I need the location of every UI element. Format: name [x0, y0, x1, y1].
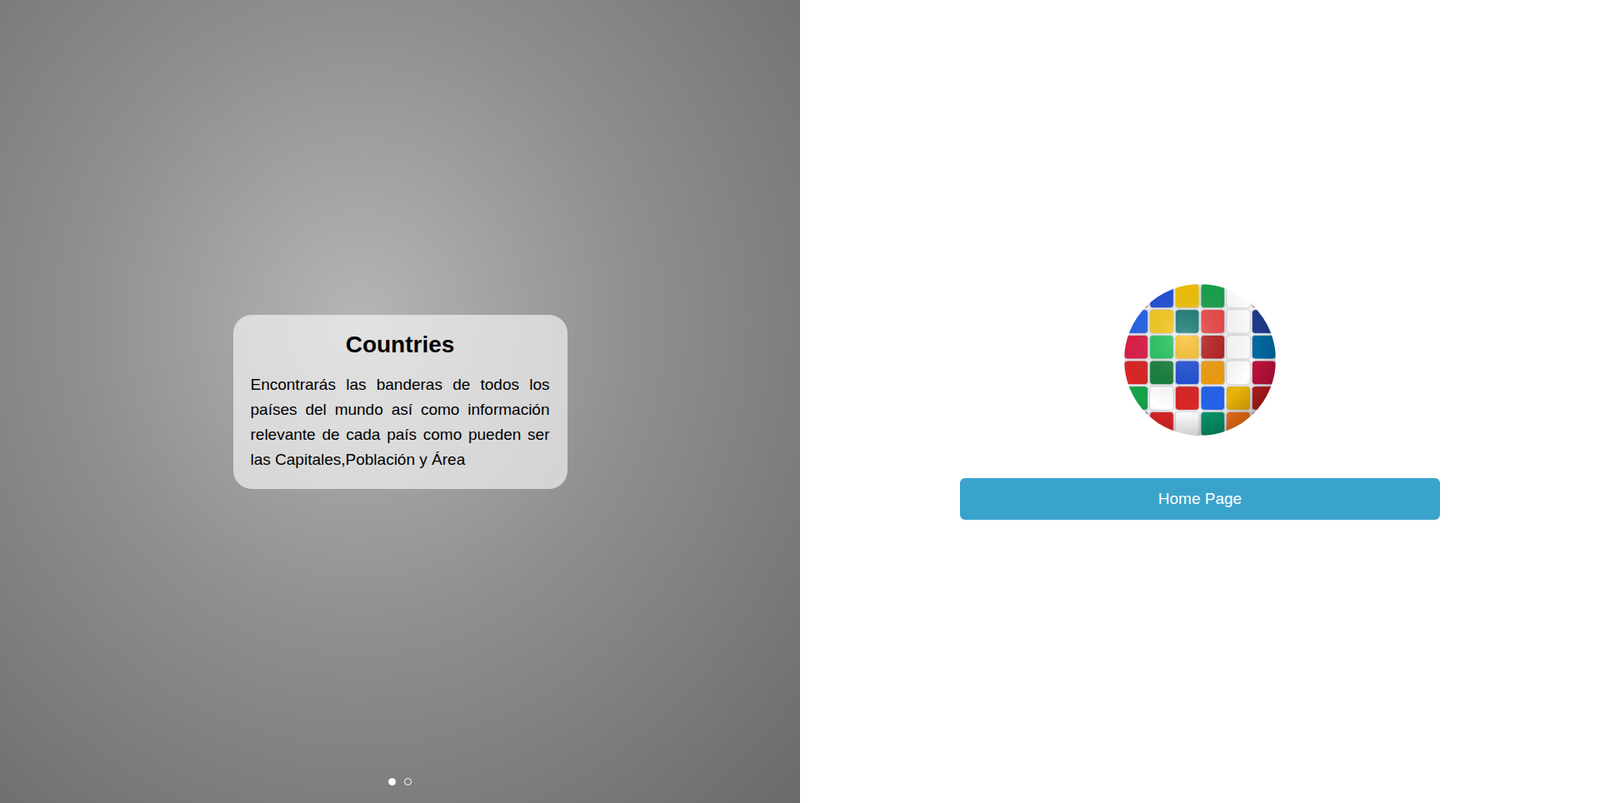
carousel-indicators [0, 778, 800, 786]
caption-description: Encontrarás las banderas de todos los pa… [250, 372, 550, 473]
home-page-button[interactable]: Home Page [960, 478, 1440, 520]
flags-globe-icon [1123, 283, 1277, 437]
caption-title: Countries [345, 330, 455, 360]
carousel-indicator[interactable] [388, 778, 396, 786]
carousel: Countries Encontrarás las banderas de tod… [0, 0, 800, 803]
carousel-caption-card: Countries Encontrarás las banderas de tod… [233, 315, 568, 490]
home-panel: Home Page [800, 0, 1600, 803]
landing-page: Countries Encontrarás las banderas de tod… [0, 0, 1600, 803]
carousel-indicator[interactable] [404, 778, 412, 786]
